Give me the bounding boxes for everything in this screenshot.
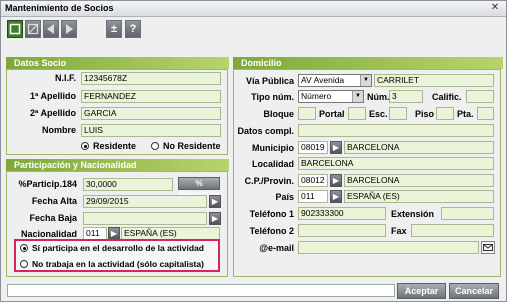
apellido1-label: 1ª Apellido — [29, 91, 76, 101]
fecha-baja-label: Fecha Baja — [29, 213, 77, 223]
apellido2-field[interactable]: GARCIA — [81, 107, 221, 120]
no-residente-radio[interactable] — [151, 142, 159, 150]
mail-icon[interactable] — [481, 241, 495, 254]
portal-field[interactable] — [348, 107, 366, 120]
via-tipo-select[interactable]: AV Avenida ▼ — [298, 74, 372, 87]
fecha-alta-picker-icon[interactable]: ▶ — [209, 195, 221, 208]
datos-compl-label: Datos compl. — [237, 126, 294, 136]
apellido1-field[interactable]: FERNANDEZ — [81, 90, 221, 103]
chevron-down-icon: ▼ — [352, 91, 363, 102]
municipio-label: Municipio — [252, 143, 294, 153]
nif-label: N.I.F. — [54, 73, 76, 83]
piso-label: Piso — [415, 109, 435, 119]
fax-field[interactable] — [411, 224, 494, 237]
via-label: Vía Pública — [245, 76, 294, 86]
title-bar: Mantenimiento de Socios ✕ — [1, 1, 506, 17]
residente-label: Residente — [93, 141, 137, 151]
datos-compl-field[interactable] — [298, 124, 494, 137]
fecha-baja-picker-icon[interactable]: ▶ — [209, 212, 221, 225]
bloque-field[interactable] — [298, 107, 316, 120]
close-icon[interactable]: ✕ — [487, 2, 503, 14]
no-trabaja-label: No trabaja en la actividad (sólo capital… — [32, 259, 204, 269]
status-bar — [7, 284, 395, 297]
socios-window: Mantenimiento de Socios ✕ ± ? Datos Soci… — [0, 0, 507, 302]
via-nombre-field[interactable]: CARRILET — [374, 74, 494, 87]
bloque-label: Bloque — [263, 109, 295, 119]
email-field[interactable] — [298, 241, 479, 254]
no-trabaja-radio[interactable] — [20, 260, 28, 268]
fecha-baja-field[interactable] — [83, 212, 207, 225]
toolbar: ± ? — [1, 17, 506, 43]
esc-label: Esc. — [369, 109, 388, 119]
piso-field[interactable] — [436, 107, 454, 120]
pais-label: País — [275, 192, 294, 202]
apellido2-label: 2ª Apellido — [29, 108, 76, 118]
calific-label: Calific. — [432, 92, 462, 102]
residente-radio[interactable] — [81, 142, 89, 150]
pais-code-field[interactable]: 011 — [298, 190, 328, 203]
municipio-name-field: BARCELONA — [344, 141, 494, 154]
fecha-alta-label: Fecha Alta — [31, 196, 77, 206]
new-record-icon[interactable] — [7, 20, 23, 38]
via-tipo-value: AV Avenida — [301, 75, 345, 85]
aceptar-button[interactable]: Aceptar — [397, 283, 446, 299]
tel2-field[interactable] — [298, 224, 386, 237]
help-button[interactable]: ? — [125, 20, 141, 38]
nif-field[interactable]: 12345678Z — [81, 72, 221, 85]
num-field[interactable]: 3 — [389, 90, 423, 103]
window-title: Mantenimiento de Socios — [5, 3, 114, 13]
cp-field[interactable]: 08012 — [298, 174, 328, 187]
ext-field[interactable] — [441, 207, 494, 220]
ext-label: Extensión — [391, 209, 435, 219]
nacionalidad-label: Nacionalidad — [20, 229, 77, 239]
num-label: Núm. — [367, 92, 390, 102]
localidad-label: Localidad — [251, 159, 294, 169]
fecha-alta-field[interactable]: 29/09/2015 — [83, 195, 207, 208]
particip-field[interactable]: 30,0000 — [83, 178, 173, 191]
no-residente-label: No Residente — [163, 141, 221, 151]
tel1-field[interactable]: 902333300 — [298, 207, 386, 220]
percent-icon: % — [195, 179, 203, 188]
localidad-field[interactable]: BARCELONA — [298, 157, 494, 170]
particip-label: %Particip.184 — [18, 179, 77, 189]
previous-icon[interactable] — [43, 20, 59, 38]
pta-field[interactable] — [477, 107, 494, 120]
add-remove-button[interactable]: ± — [106, 20, 122, 38]
nombre-field[interactable]: LUIS — [81, 124, 221, 137]
edit-icon[interactable] — [25, 20, 41, 38]
participa-radio[interactable] — [20, 244, 28, 252]
tipo-num-select[interactable]: Número ▼ — [298, 90, 364, 103]
next-icon[interactable] — [61, 20, 77, 38]
municipio-lookup-icon[interactable]: ▶ — [330, 141, 342, 154]
fax-label: Fax — [391, 226, 407, 236]
pta-label: Pta. — [457, 109, 474, 119]
cp-label: C.P./Provin. — [244, 176, 294, 186]
datos-socio-title: Datos Socio — [6, 57, 229, 69]
municipio-code-field[interactable]: 08019 — [298, 141, 328, 154]
domicilio-title: Domicilio — [233, 57, 503, 69]
pais-name-field: ESPAÑA (ES) — [344, 190, 494, 203]
tipo-num-value: Número — [301, 91, 332, 101]
tel1-label: Teléfono 1 — [249, 209, 294, 219]
participa-label: Sí participa en el desarrollo de la acti… — [32, 243, 204, 253]
esc-field[interactable] — [389, 107, 407, 120]
calific-field[interactable] — [466, 90, 494, 103]
email-label: @e-mail — [259, 243, 294, 253]
portal-label: Portal — [319, 109, 345, 119]
cp-lookup-icon[interactable]: ▶ — [330, 174, 342, 187]
nombre-label: Nombre — [41, 125, 76, 135]
cancelar-button[interactable]: Cancelar — [449, 283, 499, 299]
provincia-field: BARCELONA — [344, 174, 494, 187]
pais-lookup-icon[interactable]: ▶ — [330, 190, 342, 203]
mensuales-button[interactable]: % Mensuales — [178, 177, 220, 199]
tipo-num-label: Tipo núm. — [251, 92, 294, 102]
chevron-down-icon: ▼ — [360, 75, 371, 86]
participacion-title: Participación y Nacionalidad — [6, 159, 229, 171]
tel2-label: Teléfono 2 — [249, 226, 294, 236]
